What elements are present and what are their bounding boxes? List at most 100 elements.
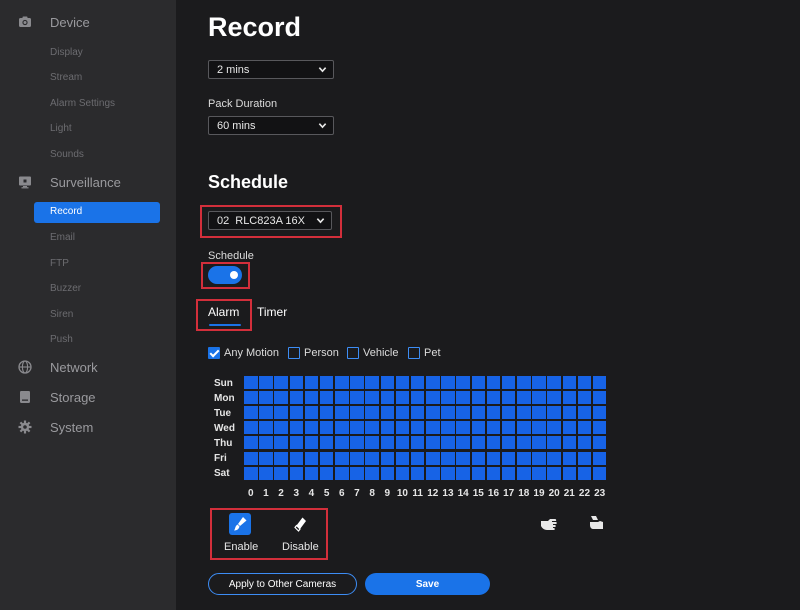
schedule-cell[interactable] [486,466,501,480]
schedule-cell[interactable] [350,376,364,389]
schedule-cell[interactable] [319,436,334,450]
schedule-cell[interactable] [335,436,349,450]
schedule-cell[interactable] [350,436,364,450]
schedule-cell[interactable] [395,451,410,465]
schedule-cell[interactable] [532,376,546,389]
schedule-cell[interactable] [350,406,364,420]
schedule-cell[interactable] [365,451,379,465]
nav-siren[interactable]: Siren [50,308,73,322]
schedule-cell[interactable] [456,391,470,405]
schedule-cell[interactable] [319,406,334,420]
schedule-cell[interactable] [426,451,440,465]
schedule-cell[interactable] [562,391,577,405]
schedule-cell[interactable] [441,376,455,389]
schedule-cell[interactable] [532,421,546,435]
schedule-cell[interactable] [517,466,531,480]
schedule-cell[interactable] [547,391,561,405]
schedule-cell[interactable] [441,391,455,405]
schedule-cell[interactable] [577,436,592,450]
schedule-cell[interactable] [380,406,395,420]
nav-stream[interactable]: Stream [50,71,82,85]
schedule-cell[interactable] [441,421,455,435]
schedule-cell[interactable] [426,436,440,450]
schedule-cell[interactable] [365,436,379,450]
schedule-cell[interactable] [244,436,258,450]
schedule-cell[interactable] [577,406,592,420]
schedule-cell[interactable] [486,451,501,465]
schedule-cell[interactable] [319,376,334,389]
schedule-cell[interactable] [577,466,592,480]
schedule-cell[interactable] [517,391,531,405]
post-record-select[interactable]: 2 mins [208,60,334,79]
schedule-cell[interactable] [410,391,425,405]
schedule-cell[interactable] [456,406,470,420]
schedule-cell[interactable] [244,406,258,420]
schedule-cell[interactable] [259,376,273,389]
schedule-cell[interactable] [456,421,470,435]
filter-vehicle[interactable]: Vehicle [347,347,398,359]
schedule-cell[interactable] [365,406,379,420]
schedule-cell[interactable] [289,451,303,465]
schedule-cell[interactable] [501,376,516,389]
schedule-cell[interactable] [395,391,410,405]
schedule-cell[interactable] [244,421,258,435]
schedule-cell[interactable] [562,466,577,480]
schedule-cell[interactable] [456,376,470,389]
disable-tool-button[interactable] [290,514,312,541]
schedule-cell[interactable] [395,406,410,420]
schedule-cell[interactable] [471,436,486,450]
nav-email[interactable]: Email [50,231,75,245]
schedule-cell[interactable] [410,436,425,450]
schedule-cell[interactable] [319,466,334,480]
nav-ftp[interactable]: FTP [50,257,69,271]
schedule-cell[interactable] [365,421,379,435]
nav-network[interactable]: Network [0,354,176,380]
schedule-cell[interactable] [244,451,258,465]
schedule-cell[interactable] [471,376,486,389]
schedule-cell[interactable] [304,406,319,420]
schedule-cell[interactable] [319,421,334,435]
schedule-cell[interactable] [562,406,577,420]
schedule-cell[interactable] [274,436,288,450]
schedule-cell[interactable] [350,466,364,480]
schedule-cell[interactable] [441,451,455,465]
schedule-cell[interactable] [577,451,592,465]
schedule-cell[interactable] [274,376,288,389]
schedule-cell[interactable] [335,421,349,435]
schedule-cell[interactable] [426,406,440,420]
schedule-cell[interactable] [486,376,501,389]
schedule-cell[interactable] [289,391,303,405]
tab-alarm[interactable]: Alarm [208,305,239,319]
schedule-cell[interactable] [380,376,395,389]
schedule-cell[interactable] [547,436,561,450]
schedule-cell[interactable] [577,391,592,405]
schedule-cell[interactable] [395,466,410,480]
schedule-cell[interactable] [471,451,486,465]
schedule-cell[interactable] [592,421,607,435]
schedule-cell[interactable] [471,406,486,420]
tab-timer[interactable]: Timer [257,305,287,319]
schedule-cell[interactable] [426,376,440,389]
schedule-cell[interactable] [335,451,349,465]
schedule-cell[interactable] [304,466,319,480]
schedule-cell[interactable] [486,406,501,420]
schedule-cell[interactable] [517,406,531,420]
schedule-cell[interactable] [274,421,288,435]
schedule-cell[interactable] [274,466,288,480]
schedule-cell[interactable] [562,436,577,450]
schedule-cell[interactable] [456,436,470,450]
schedule-cell[interactable] [456,466,470,480]
schedule-cell[interactable] [532,391,546,405]
schedule-cell[interactable] [456,451,470,465]
schedule-cell[interactable] [259,421,273,435]
nav-alarm-settings[interactable]: Alarm Settings [50,97,115,111]
schedule-cell[interactable] [274,451,288,465]
schedule-cell[interactable] [289,421,303,435]
schedule-cell[interactable] [471,421,486,435]
schedule-cell[interactable] [365,376,379,389]
schedule-cell[interactable] [289,436,303,450]
schedule-cell[interactable] [304,376,319,389]
schedule-cell[interactable] [335,391,349,405]
schedule-cell[interactable] [350,391,364,405]
schedule-cell[interactable] [335,466,349,480]
